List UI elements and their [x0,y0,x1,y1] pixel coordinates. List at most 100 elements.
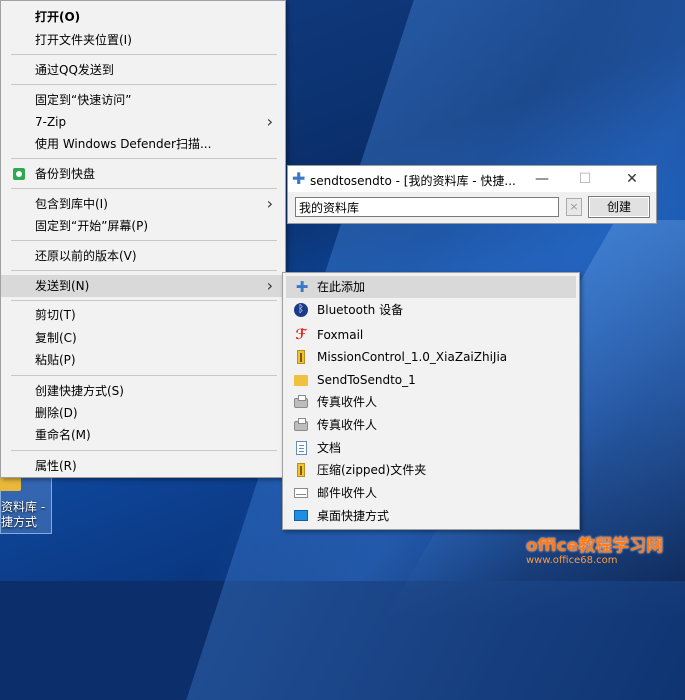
menu-separator [11,54,277,55]
close-button[interactable]: ✕ [618,168,646,190]
context-menu: 打开(O) 打开文件夹位置(I) 通过QQ发送到 固定到“快速访问” 7-Zip… [0,0,286,478]
menu-item-cut[interactable]: 剪切(T) [1,304,285,326]
menu-item-send-to[interactable]: 发送到(N) › [1,275,285,297]
menu-item-label: 使用 Windows Defender扫描... [35,137,212,151]
minimize-button[interactable]: — [528,168,556,190]
sendto-item-add-here[interactable]: ✚ 在此添加 [286,276,576,298]
fax-icon [294,395,308,408]
sendto-item-foxmail[interactable]: ℱ Foxmail [286,324,576,346]
send-to-submenu: ✚ 在此添加 ᛒ Bluetooth 设备 ℱ Foxmail MissionCont… [282,272,580,530]
menu-item-defender-scan[interactable]: 使用 Windows Defender扫描... [1,133,285,155]
menu-item-restore-versions[interactable]: 还原以前的版本(V) [1,245,285,267]
zip-folder-icon [297,350,305,364]
clear-input-button[interactable]: × [566,198,582,216]
documents-icon [296,441,307,455]
folder-icon [294,375,308,386]
menu-separator [11,375,277,376]
watermark-url: www.office68.com [526,555,618,566]
zip-folder-icon [297,463,305,477]
maximize-button[interactable]: ☐ [571,168,599,190]
kuaipan-icon [13,168,25,180]
menu-separator [11,270,277,271]
menu-item-label: 属性(R) [35,459,77,473]
sendto-item-label: 在此添加 [317,280,366,294]
sendto-item-label: 传真收件人 [317,395,378,409]
menu-item-properties[interactable]: 属性(R) [1,455,285,477]
menu-separator [11,240,277,241]
fax-icon [294,418,308,431]
menu-item-label: 创建快捷方式(S) [35,384,124,398]
menu-item-label: 剪切(T) [35,308,76,322]
chevron-right-icon: › [266,276,273,295]
sendto-item-zip[interactable]: 压缩(zipped)文件夹 [286,459,576,481]
sendto-item-label: Bluetooth 设备 [317,303,404,317]
menu-separator [11,84,277,85]
sendto-item-label: SendToSendto_1 [317,373,416,387]
menu-item-create-shortcut[interactable]: 创建快捷方式(S) [1,380,285,402]
watermark-title: office教程学习网 [526,536,664,556]
sendto-item-label: 文档 [317,441,342,455]
menu-item-paste[interactable]: 粘贴(P) [1,349,285,371]
menu-item-label: 打开(O) [35,10,81,24]
menu-item-open[interactable]: 打开(O) [1,6,285,28]
menu-item-label: 删除(D) [35,406,78,420]
shortcut-name-input[interactable] [295,197,559,217]
menu-item-label: 发送到(N) [35,279,90,293]
menu-item-label: 包含到库中(I) [35,197,108,211]
menu-item-copy[interactable]: 复制(C) [1,327,285,349]
menu-item-label: 打开文件夹位置(I) [35,33,132,47]
sendto-item-label: Foxmail [317,328,364,342]
sendto-item-bluetooth[interactable]: ᛒ Bluetooth 设备 [286,299,576,321]
menu-item-open-location[interactable]: 打开文件夹位置(I) [1,29,285,51]
desktop-shortcut-icon[interactable]: 资料库 - 捷方式 [0,470,52,534]
sendto-item-label: 邮件收件人 [317,486,378,500]
desktop-icon [294,510,308,521]
app-add-icon: ✚ [292,169,306,188]
sendto-item-desktop-shortcut[interactable]: 桌面快捷方式 [286,505,576,527]
menu-item-label: 固定到“快速访问” [35,93,132,107]
sendto-item-missioncontrol[interactable]: MissionControl_1.0_XiaZaiZhiJia [286,346,576,368]
menu-separator [11,300,277,301]
sendto-item-fax-1[interactable]: 传真收件人 [286,391,576,413]
dialog-titlebar[interactable]: ✚ sendtosendto - [我的资料库 - 快捷... — ☐ ✕ [288,166,656,192]
menu-item-pin-quick-access[interactable]: 固定到“快速访问” [1,89,285,111]
menu-separator [11,158,277,159]
sendto-item-label: MissionControl_1.0_XiaZaiZhiJia [317,350,508,364]
add-icon: ✚ [295,278,309,296]
menu-item-label: 复制(C) [35,331,77,345]
menu-item-send-via-qq[interactable]: 通过QQ发送到 [1,59,285,81]
sendto-item-label: 传真收件人 [317,418,378,432]
sendto-item-mail[interactable]: 邮件收件人 [286,482,576,504]
sendto-item-label: 桌面快捷方式 [317,509,390,523]
chevron-right-icon: › [266,194,273,213]
sendto-item-fax-2[interactable]: 传真收件人 [286,414,576,436]
bluetooth-icon: ᛒ [294,303,308,317]
menu-item-backup-kuaipan[interactable]: 备份到快盘 [1,163,285,185]
menu-separator [11,450,277,451]
menu-item-label: 7-Zip [35,115,67,129]
menu-separator [11,188,277,189]
create-button[interactable]: 创建 [588,196,650,218]
menu-item-label: 固定到“开始”屏幕(P) [35,219,149,233]
menu-item-label: 重命名(M) [35,428,91,442]
sendto-item-sendtosendto[interactable]: SendToSendto_1 [286,369,576,391]
watermark: office教程学习网 www.office68.com [526,531,685,566]
menu-item-7zip[interactable]: 7-Zip › [1,111,285,133]
desktop-shortcut-label-line2: 捷方式 [1,515,38,529]
menu-item-label: 还原以前的版本(V) [35,249,137,263]
sendto-item-label: 压缩(zipped)文件夹 [317,463,427,477]
desktop-shortcut-label: 资料库 - 捷方式 [1,500,51,530]
menu-item-delete[interactable]: 删除(D) [1,402,285,424]
menu-item-label: 通过QQ发送到 [35,63,114,77]
chevron-right-icon: › [266,112,273,131]
menu-item-rename[interactable]: 重命名(M) [1,424,285,446]
menu-item-include-in-library[interactable]: 包含到库中(I) › [1,193,285,215]
mail-icon [294,488,308,498]
dialog-title: sendtosendto - [我的资料库 - 快捷... [310,174,516,188]
menu-item-label: 备份到快盘 [35,167,96,181]
menu-item-label: 粘贴(P) [35,353,76,367]
menu-item-pin-start[interactable]: 固定到“开始”屏幕(P) [1,215,285,237]
foxmail-icon: ℱ [295,327,307,343]
desktop-shortcut-label-line1: 资料库 - [1,500,46,514]
sendto-item-documents[interactable]: 文档 [286,437,576,459]
